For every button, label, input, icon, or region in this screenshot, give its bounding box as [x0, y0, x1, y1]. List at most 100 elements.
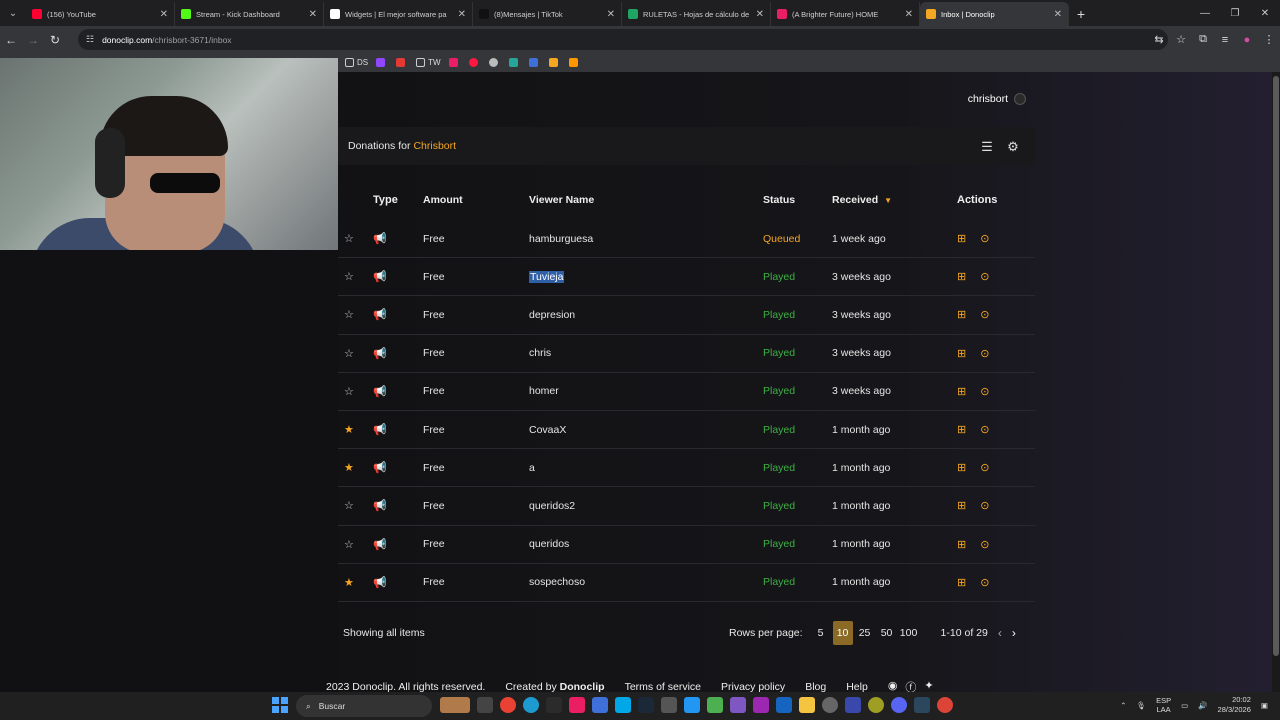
- play-icon[interactable]: ⊙: [980, 576, 989, 589]
- close-tab-icon[interactable]: ✕: [1054, 9, 1062, 20]
- add-to-playlist-icon[interactable]: ⊞: [957, 576, 966, 589]
- star-icon[interactable]: ☆: [338, 499, 362, 512]
- add-to-playlist-icon[interactable]: ⊞: [957, 270, 966, 283]
- translate-icon[interactable]: ⇆: [1148, 33, 1170, 46]
- play-icon[interactable]: ⊙: [980, 270, 989, 283]
- address-bar[interactable]: ☷ donoclip.com/chrisbort-3671/inbox: [78, 29, 1168, 50]
- close-tab-icon[interactable]: ✕: [160, 9, 168, 20]
- new-tab-button[interactable]: +: [1069, 2, 1093, 26]
- page-scrollbar[interactable]: [1272, 72, 1280, 692]
- col-received[interactable]: Received ▼: [832, 194, 949, 206]
- steam-icon[interactable]: [638, 697, 654, 713]
- star-icon[interactable]: ☆: [338, 538, 362, 551]
- browser-tab[interactable]: Inbox | Donoclip ✕: [920, 2, 1069, 26]
- rows-per-page-option[interactable]: 25: [855, 621, 875, 645]
- settings-sliders-icon[interactable]: ⚙: [1003, 139, 1023, 155]
- rows-per-page-option[interactable]: 5: [811, 621, 831, 645]
- star-icon[interactable]: ★: [338, 423, 362, 436]
- browser-tab[interactable]: (8)Mensajes | TikTok ✕: [473, 2, 622, 26]
- tab-search-icon[interactable]: ⌄: [0, 0, 26, 26]
- table-row[interactable]: ☆ 📢 Free hamburguesa Queued 1 week ago ⊞ ⊙: [338, 220, 1035, 259]
- profile-avatar[interactable]: ●: [1236, 34, 1258, 46]
- bookmark-green[interactable]: [508, 58, 521, 67]
- table-row[interactable]: ☆ 📢 Free queridos2 Played 1 month ago ⊞ ⊙: [338, 487, 1035, 526]
- table-row[interactable]: ★ 📢 Free sospechoso Played 1 month ago ⊞ ⊙: [338, 564, 1035, 602]
- play-icon[interactable]: ⊙: [980, 423, 989, 436]
- add-to-playlist-icon[interactable]: ⊞: [957, 232, 966, 245]
- star-icon[interactable]: ★: [338, 461, 362, 474]
- app-icon[interactable]: [845, 697, 861, 713]
- volume-icon[interactable]: 🔊: [1198, 701, 1207, 710]
- bookmark-red[interactable]: [396, 58, 408, 67]
- play-icon[interactable]: ⊙: [980, 308, 989, 321]
- table-row[interactable]: ★ 📢 Free a Played 1 month ago ⊞ ⊙: [338, 449, 1035, 488]
- close-tab-icon[interactable]: ✕: [756, 9, 764, 20]
- star-icon[interactable]: ☆: [338, 232, 362, 245]
- star-icon[interactable]: ☆: [338, 270, 362, 283]
- browser-tab[interactable]: RULETAS - Hojas de cálculo de ✕: [622, 2, 771, 26]
- table-row[interactable]: ☆ 📢 Free chris Played 3 weeks ago ⊞ ⊙: [338, 335, 1035, 373]
- minecraft-icon[interactable]: [707, 697, 723, 713]
- table-row[interactable]: ☆ 📢 Free homer Played 3 weeks ago ⊞ ⊙: [338, 373, 1035, 411]
- add-to-playlist-icon[interactable]: ⊞: [957, 423, 966, 436]
- browser-tab[interactable]: (156) YouTube ✕: [26, 2, 175, 26]
- notifications-icon[interactable]: ▣: [1261, 701, 1268, 710]
- menu-icon[interactable]: ⋮: [1258, 33, 1280, 46]
- steam-app-icon[interactable]: [914, 697, 930, 713]
- minimize-icon[interactable]: —: [1190, 0, 1220, 26]
- add-to-playlist-icon[interactable]: ⊞: [957, 385, 966, 398]
- back-icon[interactable]: ←: [0, 33, 22, 47]
- bookmark-twitch[interactable]: [376, 58, 388, 67]
- browser-tab[interactable]: Widgets | El mejor software pa ✕: [324, 2, 473, 26]
- close-tab-icon[interactable]: ✕: [607, 9, 615, 20]
- close-window-icon[interactable]: ✕: [1250, 0, 1280, 26]
- app-icon[interactable]: [776, 697, 792, 713]
- add-to-playlist-icon[interactable]: ⊞: [957, 499, 966, 512]
- tiktok-icon[interactable]: [569, 697, 585, 713]
- browser-tab[interactable]: (A Brighter Future) HOME ✕: [771, 2, 920, 26]
- app-icon[interactable]: [822, 697, 838, 713]
- play-icon[interactable]: ⊙: [980, 499, 989, 512]
- site-info-icon[interactable]: ☷: [86, 34, 94, 45]
- taskbar-search[interactable]: ⌕ Buscar: [296, 695, 432, 717]
- bookmark-yellow[interactable]: [548, 58, 561, 67]
- folder-icon[interactable]: [799, 697, 815, 713]
- play-icon[interactable]: ⊙: [980, 538, 989, 551]
- table-row[interactable]: ☆ 📢 Free depresion Played 3 weeks ago ⊞ ⊙: [338, 296, 1035, 335]
- windows-start-icon[interactable]: [272, 697, 288, 713]
- add-to-playlist-icon[interactable]: ⊞: [957, 308, 966, 321]
- app-icon[interactable]: [592, 697, 608, 713]
- close-tab-icon[interactable]: ✕: [458, 9, 466, 20]
- bookmark-star-icon[interactable]: ☆: [1170, 33, 1192, 46]
- table-row[interactable]: ★ 📢 Free CovaaX Played 1 month ago ⊞ ⊙: [338, 411, 1035, 450]
- app-icon[interactable]: [684, 697, 700, 713]
- star-icon[interactable]: ☆: [338, 385, 362, 398]
- food-app-icon[interactable]: [440, 697, 470, 713]
- table-row[interactable]: ☆ 📢 Free queridos Played 1 month ago ⊞ ⊙: [338, 526, 1035, 564]
- app-icon[interactable]: [868, 697, 884, 713]
- play-icon[interactable]: ⊙: [980, 232, 989, 245]
- network-icon[interactable]: ▭: [1181, 701, 1188, 710]
- bookmark-orange[interactable]: [568, 58, 581, 67]
- browser-tab[interactable]: Stream - Kick Dashboard ✕: [175, 2, 324, 26]
- bookmark-red2[interactable]: [468, 58, 481, 67]
- terminal-icon[interactable]: [477, 697, 493, 713]
- user-menu[interactable]: chrisbort: [968, 93, 1026, 105]
- chrome-icon[interactable]: [500, 697, 516, 713]
- table-row[interactable]: ☆ 📢 Free Tuvieja Played 3 weeks ago ⊞ ⊙: [338, 258, 1035, 297]
- media-icon[interactable]: ≡: [1214, 34, 1236, 46]
- app-icon[interactable]: [753, 697, 769, 713]
- bookmark-pink[interactable]: [448, 58, 461, 67]
- play-icon[interactable]: ⊙: [980, 347, 989, 360]
- bookmark-grey[interactable]: [488, 58, 501, 67]
- chrome-app-icon[interactable]: [937, 697, 953, 713]
- chevron-up-icon[interactable]: ⌃: [1120, 701, 1126, 710]
- extensions-icon[interactable]: ⧉: [1192, 33, 1214, 46]
- app-icon[interactable]: [730, 697, 746, 713]
- rows-per-page-option[interactable]: 10: [832, 621, 853, 645]
- add-to-playlist-icon[interactable]: ⊞: [957, 538, 966, 551]
- discord-app-icon[interactable]: [891, 697, 907, 713]
- next-page-icon[interactable]: ›: [1012, 626, 1016, 640]
- bookmark-blue[interactable]: [528, 58, 541, 67]
- app-icon[interactable]: [661, 697, 677, 713]
